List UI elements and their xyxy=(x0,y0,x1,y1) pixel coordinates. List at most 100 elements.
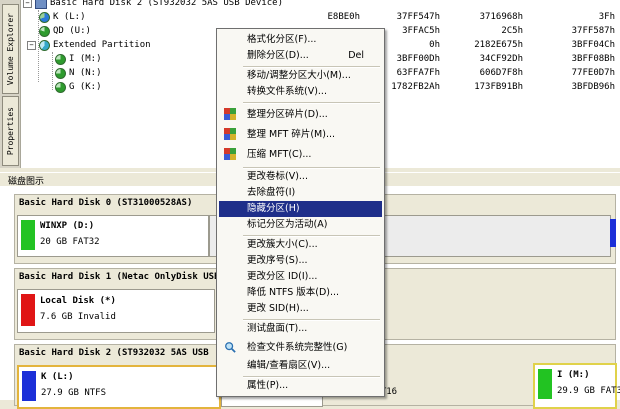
partition-color-bar xyxy=(21,294,35,326)
menu-item-change-label[interactable]: 更改卷标(V)... xyxy=(219,169,382,185)
menu-item-edit-sectors[interactable]: 编辑/查看扇区(V)... xyxy=(219,358,382,374)
menu-item-check-fs[interactable]: 检查文件系统完整性(G) xyxy=(219,338,382,358)
menu-item-label: 隐藏分区(H) xyxy=(247,203,300,214)
cell-col3: 2182E675h xyxy=(474,40,523,50)
tab-volume-explorer-label: Volume Explorer xyxy=(6,12,15,86)
partition-color-bar xyxy=(610,219,616,247)
menu-item-hide-partition[interactable]: 隐藏分区(H) xyxy=(219,201,382,217)
menu-item-serial[interactable]: 更改序号(S)... xyxy=(219,253,382,269)
menu-item-label: 检查文件系统完整性(G) xyxy=(247,342,348,353)
menu-item-defrag-mft[interactable]: 整理 MFT 碎片(M)... xyxy=(219,125,382,145)
tree-row-label: QD (U:) xyxy=(53,26,91,36)
tab-properties[interactable]: Properties xyxy=(2,96,19,166)
menu-item-label: 更改序号(S)... xyxy=(247,255,308,266)
partition-icon xyxy=(39,12,50,23)
menu-item-label: 整理 MFT 碎片(M)... xyxy=(247,129,336,140)
partition-color-bar xyxy=(21,220,35,250)
cell-col4: 3Fh xyxy=(598,12,615,22)
cell-col3: 173FB91Bh xyxy=(474,82,523,92)
cell-col4: 3BFDB96h xyxy=(571,82,615,92)
menu-item-resize[interactable]: 移动/调整分区大小(M)... xyxy=(219,68,382,84)
partition-name: I (M:) xyxy=(557,370,590,380)
menu-item-label: 降低 NTFS 版本(D)... xyxy=(247,287,340,298)
menu-item-partition-id[interactable]: 更改分区 ID(I)... xyxy=(219,269,382,285)
cell-col3: 34CF92Dh xyxy=(479,54,523,64)
defrag-mft-icon xyxy=(224,128,236,140)
menu-item-label: 编辑/查看扇区(V)... xyxy=(247,360,331,371)
menu-item-ntfs-version[interactable]: 降低 NTFS 版本(D)... xyxy=(219,285,382,301)
defrag-icon xyxy=(224,108,236,120)
extended-partition-icon xyxy=(39,40,50,51)
partition-block-k[interactable]: K (L:) 27.9 GB NTFS xyxy=(17,365,221,409)
menu-item-compress-mft[interactable]: 压缩 MFT(C)... xyxy=(219,145,382,165)
cell-col4: 3BFF08Bh xyxy=(571,54,615,64)
menu-item-label: 压缩 MFT(C)... xyxy=(247,149,312,160)
partition-name: K (L:) xyxy=(41,372,74,382)
cell-col2: 3BFF00Dh xyxy=(396,54,440,64)
cell-col2: 0h xyxy=(429,40,440,50)
cell-col3: 2C5h xyxy=(501,26,523,36)
disk-title: Basic Hard Disk 2 (ST932032 5AS USB xyxy=(19,348,209,358)
menu-item-label: 更改分区 ID(I)... xyxy=(247,271,318,282)
menu-item-cluster-size[interactable]: 更改簇大小(C)... xyxy=(219,237,382,253)
menu-item-label: 转换文件系统(V)... xyxy=(247,86,327,97)
partition-icon xyxy=(55,82,66,93)
partition-color-bar xyxy=(538,369,552,399)
tree-row-disk2[interactable]: − Basic Hard Disk 2 (ST932032 5AS USB De… xyxy=(21,0,620,10)
partition-icon xyxy=(39,26,50,37)
cell-col4: 3BFF04Ch xyxy=(571,40,615,50)
menu-item-remove-letter[interactable]: 去除盘符(I) xyxy=(219,185,382,201)
collapse-icon[interactable]: − xyxy=(23,0,32,8)
menu-item-label: 属性(P)... xyxy=(247,380,289,391)
menu-item-defrag[interactable]: 整理分区碎片(D)... xyxy=(219,105,382,125)
tree-row-label: Basic Hard Disk 2 (ST932032 5AS USB Devi… xyxy=(50,0,283,8)
menu-item-properties[interactable]: 属性(P)... xyxy=(219,378,382,394)
tree-row-label: G (K:) xyxy=(69,82,102,92)
partition-info: 20 GB FAT32 xyxy=(40,237,100,247)
menu-item-set-active[interactable]: 标记分区为活动(A) xyxy=(219,217,382,233)
tree-row-label: Extended Partition xyxy=(53,40,151,50)
tab-volume-explorer[interactable]: Volume Explorer xyxy=(2,4,19,94)
hard-disk-icon xyxy=(35,0,47,9)
menu-item-surface-test[interactable]: 测试盘面(T)... xyxy=(219,321,382,337)
partition-info: 7.6 GB Invalid xyxy=(40,312,116,322)
disk-title: Basic Hard Disk 0 (ST31000528AS) xyxy=(19,198,193,208)
menu-item-change-sid[interactable]: 更改 SID(H)... xyxy=(219,301,382,317)
menu-item-label: 更改 SID(H)... xyxy=(247,303,309,314)
menu-item-label: 去除盘符(I) xyxy=(247,187,296,198)
menu-item-format[interactable]: 格式化分区(F)... xyxy=(219,32,382,48)
cell-col3: 606D7F8h xyxy=(479,68,523,78)
partition-name: WINXP (D:) xyxy=(40,221,95,231)
magnifier-icon xyxy=(225,342,236,353)
menu-item-convert-fs[interactable]: 转换文件系统(V)... xyxy=(219,84,382,100)
menu-item-label: 测试盘面(T)... xyxy=(247,323,308,334)
partition-icon xyxy=(55,54,66,65)
menu-item-label: 移动/调整分区大小(M)... xyxy=(247,70,351,81)
tree-row-label: I (M:) xyxy=(69,54,102,64)
menu-item-delete[interactable]: 删除分区(D)... Del xyxy=(219,48,382,64)
menu-item-label: 格式化分区(F)... xyxy=(247,34,317,45)
tree-row-label: K (L:) xyxy=(53,12,86,22)
menu-item-label: 标记分区为活动(A) xyxy=(247,219,328,230)
collapse-icon[interactable]: − xyxy=(27,41,36,50)
menu-item-shortcut: Del xyxy=(348,50,364,61)
cell-col4: 37FF587h xyxy=(571,26,615,36)
partition-block-winxp[interactable]: WINXP (D:) 20 GB FAT32 xyxy=(17,215,209,257)
menu-item-label: 更改卷标(V)... xyxy=(247,171,308,182)
cell-col2: 63FFA7Fh xyxy=(396,68,440,78)
compress-mft-icon xyxy=(224,148,236,160)
partition-block-i[interactable]: I (M:) 29.9 GB FAT32 xyxy=(533,363,620,409)
partition-color-bar xyxy=(22,371,36,401)
tab-properties-label: Properties xyxy=(6,106,15,156)
cell-col2: 3FFAC5h xyxy=(402,26,440,36)
cell-col4: 77FE0D7h xyxy=(571,68,615,78)
menu-item-label: 整理分区碎片(D)... xyxy=(247,109,328,120)
partition-block-local-disk[interactable]: Local Disk (*) 7.6 GB Invalid xyxy=(17,289,215,333)
disk-title: Basic Hard Disk 1 (Netac OnlyDisk USB xyxy=(19,272,220,282)
cell-col3: 3716968h xyxy=(479,12,523,22)
menu-item-label: 更改簇大小(C)... xyxy=(247,239,318,250)
tree-row-partition-k[interactable]: K (L:) E8BE0h 37FF547h 3716968h 3Fh xyxy=(21,11,620,24)
tree-row-label: N (N:) xyxy=(69,68,102,78)
partition-name: Local Disk (*) xyxy=(40,296,116,306)
partition-info: 27.9 GB NTFS xyxy=(41,388,107,398)
